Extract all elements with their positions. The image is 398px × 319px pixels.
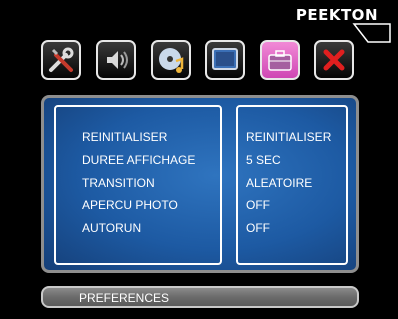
tab-settings-tools[interactable] (41, 40, 81, 80)
setting-label[interactable]: APERCU PHOTO (82, 198, 178, 212)
setting-label[interactable]: REINITIALISER (82, 130, 167, 144)
setting-label[interactable]: DUREE AFFICHAGE (82, 153, 195, 167)
close-icon (323, 49, 345, 71)
setting-value[interactable]: OFF (246, 198, 270, 212)
tab-preferences[interactable] (260, 40, 300, 80)
toolbar (41, 40, 361, 84)
status-bar: PREFERENCES (41, 286, 359, 308)
setting-value[interactable]: 5 SEC (246, 153, 281, 167)
tools-icon (49, 47, 74, 72)
settings-labels-column: REINITIALISER DUREE AFFICHAGE TRANSITION… (54, 105, 222, 265)
tab-audio[interactable] (96, 40, 136, 80)
setting-value[interactable]: OFF (246, 221, 270, 235)
setting-value[interactable]: REINITIALISER (246, 130, 331, 144)
setting-label[interactable]: AUTORUN (82, 221, 141, 235)
settings-values-column: REINITIALISER 5 SEC ALEATOIRE OFF OFF (236, 105, 348, 265)
briefcase-icon (268, 50, 292, 71)
setting-label[interactable]: TRANSITION (82, 176, 155, 190)
settings-panel: REINITIALISER DUREE AFFICHAGE TRANSITION… (41, 95, 359, 273)
setting-value[interactable]: ALEATOIRE (246, 176, 312, 190)
status-title: PREFERENCES (79, 291, 170, 305)
screen-icon (212, 48, 238, 70)
tab-display[interactable] (205, 40, 245, 80)
disc-music-icon (159, 48, 184, 73)
close-button[interactable] (314, 40, 354, 80)
tab-music[interactable] (151, 40, 191, 80)
speaker-icon (107, 51, 128, 69)
